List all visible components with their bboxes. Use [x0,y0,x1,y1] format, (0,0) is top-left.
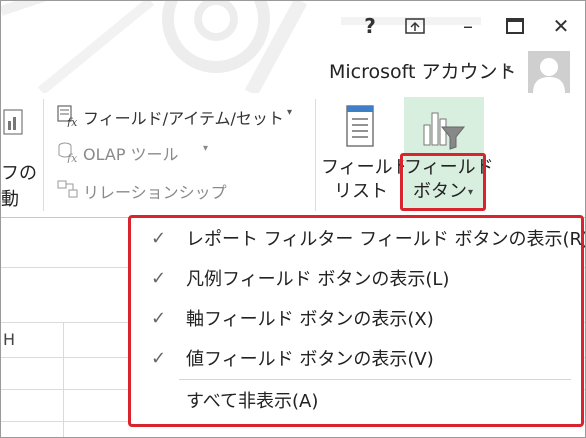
maximize-icon [506,18,524,34]
menu-item-label: レポート フィルター フィールド ボタンの表示(R) [186,229,586,250]
svg-text:fx: fx [66,116,78,127]
field-list-icon [346,105,374,147]
field-buttons-highlight [400,153,486,211]
close-icon: ✕ [552,14,570,38]
menu-item-hide-all[interactable]: すべて非表示(A) [131,380,581,420]
menu-item-label: 軸フィールド ボタンの表示(X) [186,309,434,330]
left-group-label-line1: フの [1,163,37,184]
field-list-label-line1: フィールド [321,157,411,178]
relationships-icon [57,180,78,198]
help-button[interactable]: ? [359,13,381,39]
ribbon-separator [43,99,44,211]
field-items-sets-icon: fx [57,105,78,127]
check-icon: ✓ [151,267,167,289]
check-icon: ✓ [151,227,167,249]
grid-line [63,322,64,437]
avatar[interactable] [528,51,570,93]
olap-tools-icon: fx [58,142,78,163]
menu-item-report-filter[interactable]: ✓ レポート フィルター フィールド ボタンの表示(R) [131,218,585,258]
ribbon-separator [315,99,316,211]
field-items-sets-button[interactable]: fx フィールド/アイテム/セット ▾ [55,103,305,129]
column-header-h: H [3,330,16,349]
field-buttons-icon [423,112,466,150]
svg-text:fx: fx [66,152,78,163]
ribbon-display-icon [405,18,425,34]
left-group-label-line2: 動 [1,189,19,210]
minimize-icon: – [463,14,473,38]
olap-tools-caret-icon: ▾ [203,143,209,154]
maximize-button[interactable] [504,13,526,39]
user-silhouette-icon [528,51,570,93]
menu-item-label: 凡例フィールド ボタンの表示(L) [186,269,450,290]
menu-item-axis-field[interactable]: ✓ 軸フィールド ボタンの表示(X) [131,298,581,338]
close-button[interactable]: ✕ [549,13,573,39]
olap-tools-label: OLAP ツール [83,145,179,164]
excel-window: ? – ✕ Microsoft アカウント ▾ フの 動 fx フィールド/アイ… [0,0,586,438]
pivotchart-icon[interactable] [3,109,23,139]
account-caret-icon[interactable]: ▾ [506,63,511,74]
field-buttons-menu: ✓ レポート フィルター フィールド ボタンの表示(R) ✓ 凡例フィールド ボ… [128,215,585,427]
ribbon-display-options-button[interactable] [404,13,426,39]
ribbon-analyze-tab: フの 動 fx フィールド/アイテム/セット ▾ fx OLAP ツール ▾ リ… [1,93,585,217]
minimize-button[interactable]: – [456,13,480,39]
title-bar: ? – ✕ Microsoft アカウント ▾ [1,1,585,93]
relationships-label: リレーションシップ [83,183,227,202]
help-label: ? [364,14,376,38]
menu-item-value-field[interactable]: ✓ 値フィールド ボタンの表示(V) [131,338,581,378]
account-name[interactable]: Microsoft アカウント [329,57,517,84]
field-list-label-line2: リスト [334,181,388,202]
menu-item-legend-field[interactable]: ✓ 凡例フィールド ボタンの表示(L) [131,258,581,298]
check-icon: ✓ [151,307,167,329]
field-items-sets-caret-icon: ▾ [287,107,293,118]
menu-item-label: すべて非表示(A) [186,391,319,412]
field-items-sets-label: フィールド/アイテム/セット [83,109,284,128]
field-list-button[interactable]: フィールド リスト [321,97,411,213]
check-icon: ✓ [151,347,167,369]
menu-item-label: 値フィールド ボタンの表示(V) [186,349,434,370]
olap-tools-button[interactable]: fx OLAP ツール ▾ [55,139,225,165]
relationships-button[interactable]: リレーションシップ [55,177,227,203]
